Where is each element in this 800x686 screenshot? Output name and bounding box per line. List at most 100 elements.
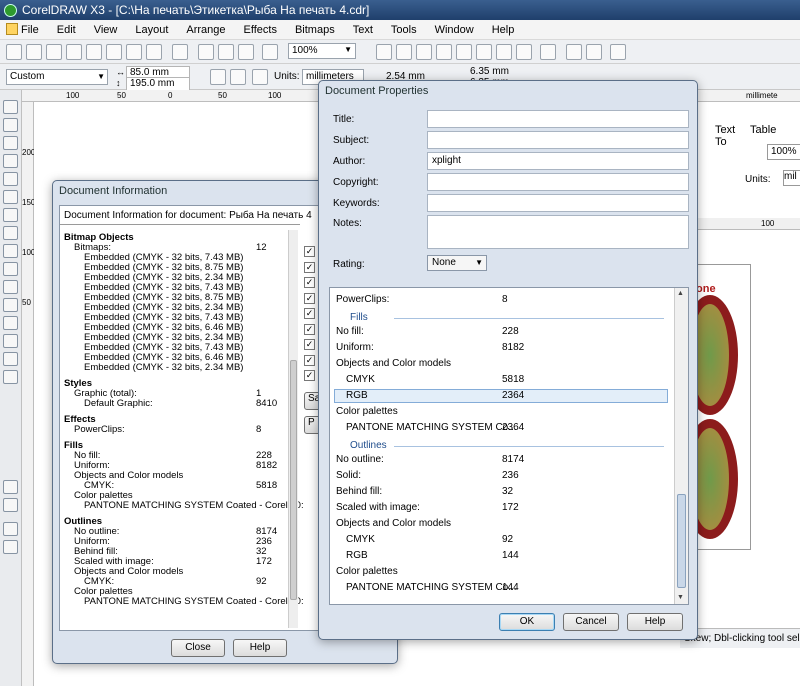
menu-view[interactable]: View — [94, 24, 118, 36]
scrollbar[interactable] — [288, 230, 298, 628]
welcome-screen-icon[interactable] — [262, 44, 278, 60]
keywords-field[interactable] — [427, 194, 689, 212]
copy-icon[interactable] — [106, 44, 122, 60]
label-page[interactable]: one — [682, 264, 751, 550]
open-icon[interactable] — [26, 44, 42, 60]
new-document-icon[interactable] — [6, 44, 22, 60]
menu-effects[interactable]: Effects — [244, 24, 277, 36]
shape-tool-icon[interactable] — [3, 118, 18, 132]
statistics-row[interactable]: RGB 2364 — [346, 390, 524, 401]
statistics-row[interactable]: Objects and Color models — [336, 358, 451, 369]
redo-icon[interactable] — [172, 44, 188, 60]
interactive-blend-tool-icon[interactable] — [3, 298, 18, 312]
rating-combo[interactable]: None ▼ — [427, 255, 487, 271]
cut-icon[interactable] — [86, 44, 102, 60]
snap-to-grid-icon[interactable] — [456, 44, 472, 60]
zoom-tool-icon[interactable] — [3, 154, 18, 168]
scrollbar[interactable]: ▲ ▼ — [674, 288, 688, 604]
menu-edit[interactable]: Edit — [57, 24, 76, 36]
options-icon[interactable] — [540, 44, 556, 60]
menu-bitmaps[interactable]: Bitmaps — [295, 24, 335, 36]
color-palette-icon[interactable] — [566, 44, 582, 60]
statistics-row[interactable]: Scaled with image: 172 — [336, 502, 519, 513]
units-combo[interactable]: mil — [783, 170, 800, 186]
show-guidelines-icon[interactable] — [436, 44, 452, 60]
ok-button[interactable]: OK — [499, 613, 555, 631]
menu-help[interactable]: Help — [492, 24, 515, 36]
menu-arrange[interactable]: Arrange — [186, 24, 225, 36]
statistics-row[interactable]: PowerClips: 8 — [336, 294, 508, 305]
menu-table[interactable]: Table — [750, 124, 776, 136]
print-icon[interactable] — [66, 44, 82, 60]
scroll-up-arrow-icon[interactable]: ▲ — [677, 290, 684, 297]
duplicate-distance-x[interactable]: 6.35 mm — [470, 66, 509, 77]
transform-icon[interactable] — [610, 44, 626, 60]
scrollbar-thumb[interactable] — [677, 494, 686, 588]
snap-to-guidelines-icon[interactable] — [476, 44, 492, 60]
close-button[interactable]: Close — [171, 639, 225, 657]
statistics-row[interactable]: Solid: 236 — [336, 470, 519, 481]
menu-layout[interactable]: Layout — [135, 24, 168, 36]
text-tool-icon[interactable] — [3, 280, 18, 294]
landscape-icon[interactable] — [230, 69, 246, 85]
application-launcher-icon[interactable] — [238, 44, 254, 60]
help-button[interactable]: Help — [233, 639, 287, 657]
pen-nib-icon[interactable] — [3, 480, 18, 494]
statistics-row[interactable]: No outline: 8174 — [336, 454, 524, 465]
paper-type-combo[interactable]: Custom ▼ — [6, 69, 108, 85]
no-fill-swatch[interactable] — [3, 522, 18, 536]
snap-to-objects-icon[interactable] — [496, 44, 512, 60]
menu-window[interactable]: Window — [435, 24, 474, 36]
all-pages-icon[interactable] — [252, 69, 268, 85]
show-rulers-icon[interactable] — [396, 44, 412, 60]
menu-text[interactable]: Text — [715, 124, 735, 136]
outline-tool-icon[interactable] — [3, 334, 18, 348]
scrollbar-thumb[interactable] — [290, 360, 297, 600]
outline-width-icon[interactable] — [3, 540, 18, 554]
scroll-down-arrow-icon[interactable]: ▼ — [677, 594, 684, 601]
statistics-row[interactable]: RGB 144 — [346, 550, 519, 561]
help-button[interactable]: Help — [627, 613, 683, 631]
portrait-icon[interactable] — [210, 69, 226, 85]
paste-icon[interactable] — [126, 44, 142, 60]
zoom-level-combo[interactable]: 100% — [767, 144, 800, 160]
statistics-row[interactable]: PANTONE MATCHING SYSTEM Co... 2364 — [346, 422, 524, 433]
copyright-field[interactable] — [427, 173, 689, 191]
pick-tool-icon[interactable] — [3, 100, 18, 114]
ink-icon[interactable] — [3, 498, 18, 512]
notes-field[interactable] — [427, 215, 689, 249]
polygon-tool-icon[interactable] — [3, 244, 18, 258]
statistics-row[interactable]: Objects and Color models — [336, 518, 451, 529]
author-field[interactable]: xplight — [427, 152, 689, 170]
eyedropper-tool-icon[interactable] — [3, 316, 18, 330]
menu-file[interactable]: File — [6, 23, 39, 36]
smart-fill-tool-icon[interactable] — [3, 190, 18, 204]
cancel-button[interactable]: Cancel — [563, 613, 619, 631]
fill-tool-icon[interactable] — [3, 352, 18, 366]
statistics-row[interactable]: Behind fill: 32 — [336, 486, 513, 497]
statistics-row[interactable]: Color palettes — [336, 566, 398, 577]
rectangle-tool-icon[interactable] — [3, 208, 18, 222]
statistics-row[interactable]: CMYK 5818 — [346, 374, 524, 385]
statistics-row[interactable]: PANTONE MATCHING SYSTEM Co... 144 — [346, 582, 519, 593]
freehand-tool-icon[interactable] — [3, 172, 18, 186]
basic-shapes-tool-icon[interactable] — [3, 262, 18, 276]
save-icon[interactable] — [46, 44, 62, 60]
export-icon[interactable] — [218, 44, 234, 60]
menu-tools[interactable]: Tools — [391, 24, 417, 36]
zoom-level-combo[interactable]: 100% ▼ — [288, 43, 356, 59]
menu-text[interactable]: Text — [353, 24, 373, 36]
full-screen-preview-icon[interactable] — [376, 44, 392, 60]
interactive-fill-tool-icon[interactable] — [3, 370, 18, 384]
crop-tool-icon[interactable] — [3, 136, 18, 150]
statistics-row[interactable]: No fill: 228 — [336, 326, 519, 337]
title-field[interactable] — [427, 110, 689, 128]
statistics-row[interactable]: CMYK 92 — [346, 534, 513, 545]
menu-tools[interactable]: To — [715, 136, 727, 148]
statistics-row[interactable]: Uniform: 8182 — [336, 342, 524, 353]
corel-online-icon[interactable] — [586, 44, 602, 60]
statistics-row[interactable]: Color palettes — [336, 406, 398, 417]
ellipse-tool-icon[interactable] — [3, 226, 18, 240]
import-icon[interactable] — [198, 44, 214, 60]
selected-row-highlight[interactable] — [334, 389, 668, 403]
